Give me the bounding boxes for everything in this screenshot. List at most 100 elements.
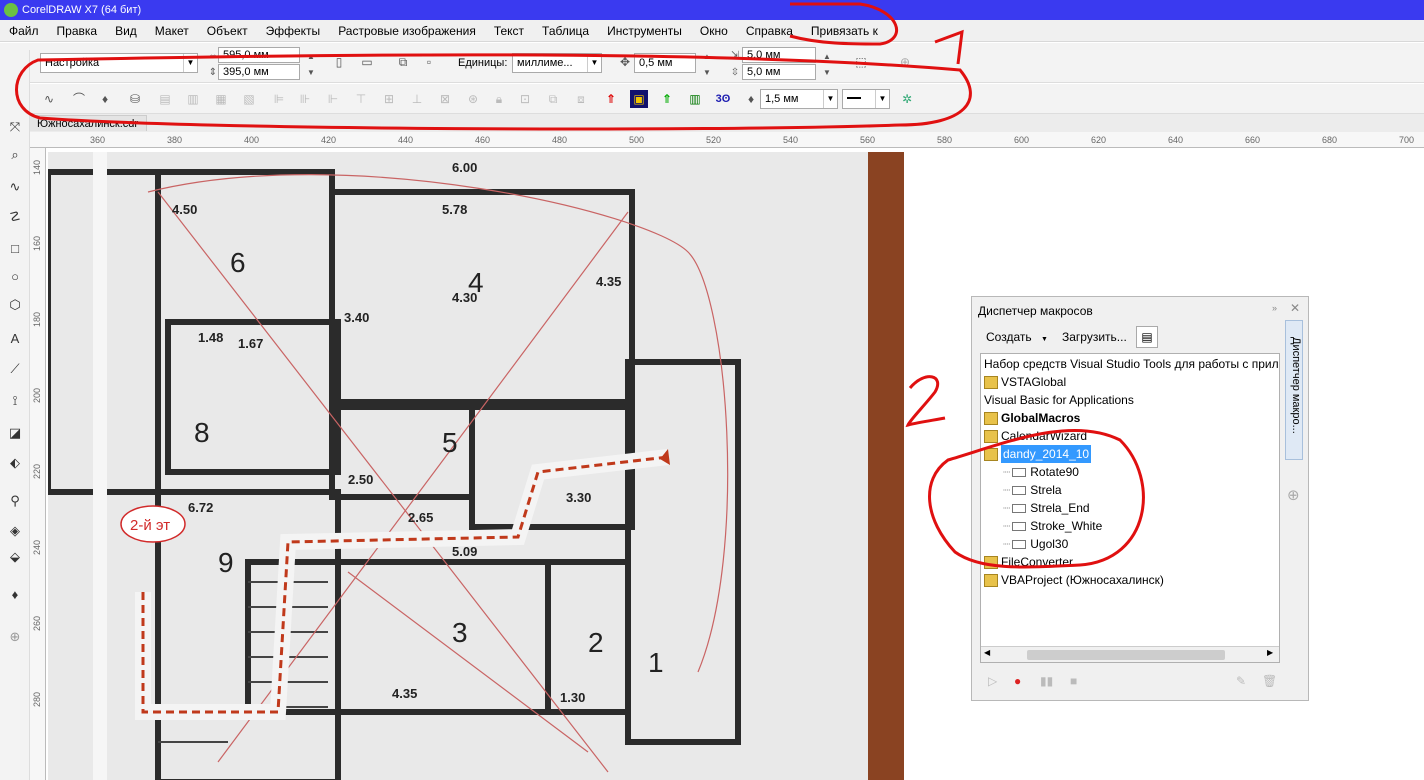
create-button[interactable]: Создать ▼ xyxy=(978,327,1056,347)
edit-icon[interactable]: ✎ xyxy=(1236,674,1246,688)
menu-table[interactable]: Таблица xyxy=(533,24,598,38)
arrow-end-macro-icon[interactable]: ▣ xyxy=(630,90,648,108)
rotate90-macro-icon[interactable]: ▥ xyxy=(686,90,704,108)
align-middle-icon[interactable]: ⊞ xyxy=(380,90,398,108)
unlock-icon[interactable]: ⊡ xyxy=(516,90,534,108)
tree-item-dandy[interactable]: dandy_2014_10 xyxy=(984,445,1092,463)
nudge-field[interactable]: 0,5 мм xyxy=(634,53,696,73)
spinner-down-icon[interactable]: ▼ xyxy=(698,64,716,82)
scroll-left-icon[interactable]: ◀ xyxy=(984,648,990,657)
record-icon[interactable]: ● xyxy=(1014,674,1021,688)
menu-help[interactable]: Справка xyxy=(737,24,802,38)
menu-window[interactable]: Окно xyxy=(691,24,737,38)
ungroup-icon[interactable]: ▥ xyxy=(184,90,202,108)
menu-view[interactable]: Вид xyxy=(106,24,146,38)
interactive-fill-icon[interactable]: ◈ xyxy=(4,520,26,542)
transparency-icon[interactable]: ⬖ xyxy=(4,452,26,474)
menu-file[interactable]: Файл xyxy=(0,24,48,38)
pen-nib-icon[interactable]: ♦ xyxy=(96,90,114,108)
align-center-icon[interactable]: ⊪ xyxy=(296,90,314,108)
page-height-field[interactable]: 395,0 мм xyxy=(218,64,300,80)
spinner-down-icon[interactable]: ▼ xyxy=(818,64,836,82)
align-top-icon[interactable]: ⊤ xyxy=(352,90,370,108)
align-right-icon[interactable]: ⊩ xyxy=(324,90,342,108)
add-docker-icon[interactable]: ⊕ xyxy=(1287,486,1300,504)
menu-text[interactable]: Текст xyxy=(485,24,533,38)
lock-icon[interactable]: 🔒︎ xyxy=(490,90,508,108)
combine-icon[interactable]: ▦ xyxy=(212,90,230,108)
menu-object[interactable]: Объект xyxy=(198,24,257,38)
duplicate-x-field[interactable]: 5,0 мм xyxy=(742,47,816,63)
tree-item-vbaproject[interactable]: VBAProject (Южносахалинск) xyxy=(984,571,1164,589)
close-icon[interactable]: ✕ xyxy=(1290,301,1300,315)
freehand-icon[interactable]: ∿ xyxy=(40,90,58,108)
tree-item-vba[interactable]: Visual Basic for Applications xyxy=(984,391,1134,409)
connector-tool-icon[interactable]: ⟟ xyxy=(4,390,26,412)
spinner-down-icon[interactable]: ▼ xyxy=(302,64,320,82)
page-preset-combo[interactable]: Настройка ▼ xyxy=(40,53,198,73)
menu-tools[interactable]: Инструменты xyxy=(598,24,691,38)
docker-expand-icon[interactable]: » xyxy=(1272,303,1277,313)
menu-bitmaps[interactable]: Растровые изображения xyxy=(329,24,485,38)
artistic-media-icon[interactable]: ☡ xyxy=(4,206,26,228)
portrait-icon[interactable]: ▯ xyxy=(330,53,348,71)
horizontal-scrollbar[interactable]: ◀ ▶ xyxy=(981,646,1279,662)
tree-item-rotate90[interactable]: ┈ Rotate90 xyxy=(1003,463,1079,481)
weld-icon[interactable]: ⊛ xyxy=(464,90,482,108)
properties-icon[interactable]: ▤ xyxy=(1136,326,1158,348)
eyedropper-icon[interactable]: ⚲ xyxy=(4,490,26,512)
text-tool-icon[interactable]: A xyxy=(4,328,26,350)
arrow-macro-icon[interactable]: ⇑ xyxy=(602,90,620,108)
units-combo[interactable]: миллиме... ▼ xyxy=(512,53,602,73)
tree-item-ugol30[interactable]: ┈ Ugol30 xyxy=(1003,535,1068,553)
document-tab[interactable]: Южносахалинск.cdr xyxy=(28,115,148,131)
smart-fill-icon[interactable]: ⛁ xyxy=(126,90,144,108)
ellipse-tool-icon[interactable]: ○ xyxy=(4,266,26,288)
menu-layout[interactable]: Макет xyxy=(146,24,198,38)
align-left-icon[interactable]: ⊫ xyxy=(270,90,288,108)
duplicate-y-field[interactable]: 5,0 мм xyxy=(742,64,816,80)
stop-icon[interactable]: ■ xyxy=(1070,674,1077,688)
tree-item-stroke-white[interactable]: ┈ Stroke_White xyxy=(1003,517,1102,535)
tree-item-calendarwizard[interactable]: CalendarWizard xyxy=(984,427,1087,445)
menu-effects[interactable]: Эффекты xyxy=(257,24,330,38)
tree-item-strela[interactable]: ┈ Strela xyxy=(1003,481,1062,499)
add-tool-icon[interactable]: ⊕ xyxy=(4,626,26,648)
break-apart-icon[interactable]: ▧ xyxy=(240,90,258,108)
distribute-icon[interactable]: ⊠ xyxy=(436,90,454,108)
current-page-icon[interactable]: ▫ xyxy=(420,53,438,71)
line-style-combo[interactable]: ▼ xyxy=(842,89,890,109)
drop-shadow-icon[interactable]: ◪ xyxy=(4,422,26,444)
freehand-tool-icon[interactable]: ∿ xyxy=(4,176,26,198)
all-pages-icon[interactable]: ⧉ xyxy=(394,53,412,71)
landscape-icon[interactable]: ▭ xyxy=(358,53,376,71)
run-icon[interactable]: ▷ xyxy=(988,674,997,688)
outline-tool-icon[interactable]: ♦ xyxy=(4,584,26,606)
add-icon[interactable]: ⊕ xyxy=(896,53,914,71)
scroll-right-icon[interactable]: ▶ xyxy=(1267,648,1273,657)
outline-width-combo[interactable]: 1,5 мм ▼ xyxy=(760,89,838,109)
tree-item-fileconverter[interactable]: FileConverter xyxy=(984,553,1073,571)
rectangle-tool-icon[interactable]: □ xyxy=(4,238,26,260)
ugol30-macro-icon[interactable]: 3ʘ xyxy=(714,90,732,108)
tree-item-vstaglobal[interactable]: VSTAGlobal xyxy=(984,373,1066,391)
menu-edit[interactable]: Правка xyxy=(48,24,107,38)
treat-as-filled-icon[interactable]: ⬚ xyxy=(852,53,870,71)
tree-item-vsta-tools[interactable]: Набор средств Visual Studio Tools для ра… xyxy=(984,355,1279,373)
smart-fill-tool-icon[interactable]: ⬙ xyxy=(4,546,26,568)
stroke-white-macro-icon[interactable]: ⇑ xyxy=(658,90,676,108)
parallel-dimension-icon[interactable]: ⟋ xyxy=(4,358,26,380)
pause-icon[interactable]: ▮▮ xyxy=(1040,674,1053,688)
group-icon[interactable]: ▤ xyxy=(156,90,174,108)
back-icon[interactable]: ⧉ xyxy=(544,90,562,108)
tree-item-globalmacros[interactable]: GlobalMacros xyxy=(984,409,1080,427)
settings-icon[interactable]: ✲ xyxy=(898,90,916,108)
docker-side-tab[interactable]: Диспетчер макро... xyxy=(1285,320,1303,460)
front-icon[interactable]: ⧈ xyxy=(572,90,590,108)
scanned-floorplan-image[interactable]: 2-й эт 6.00 5.78 4.50 4.35 3.40 4.30 2.5… xyxy=(45,152,884,780)
delete-icon[interactable]: 🗑︎ xyxy=(1262,674,1277,688)
align-bottom-icon[interactable]: ⊥ xyxy=(408,90,426,108)
polygon-tool-icon[interactable]: ⬡ xyxy=(4,294,26,316)
page-width-field[interactable]: 595,0 мм xyxy=(218,47,300,63)
shape-tool-icon[interactable]: ⤧ xyxy=(4,116,26,138)
